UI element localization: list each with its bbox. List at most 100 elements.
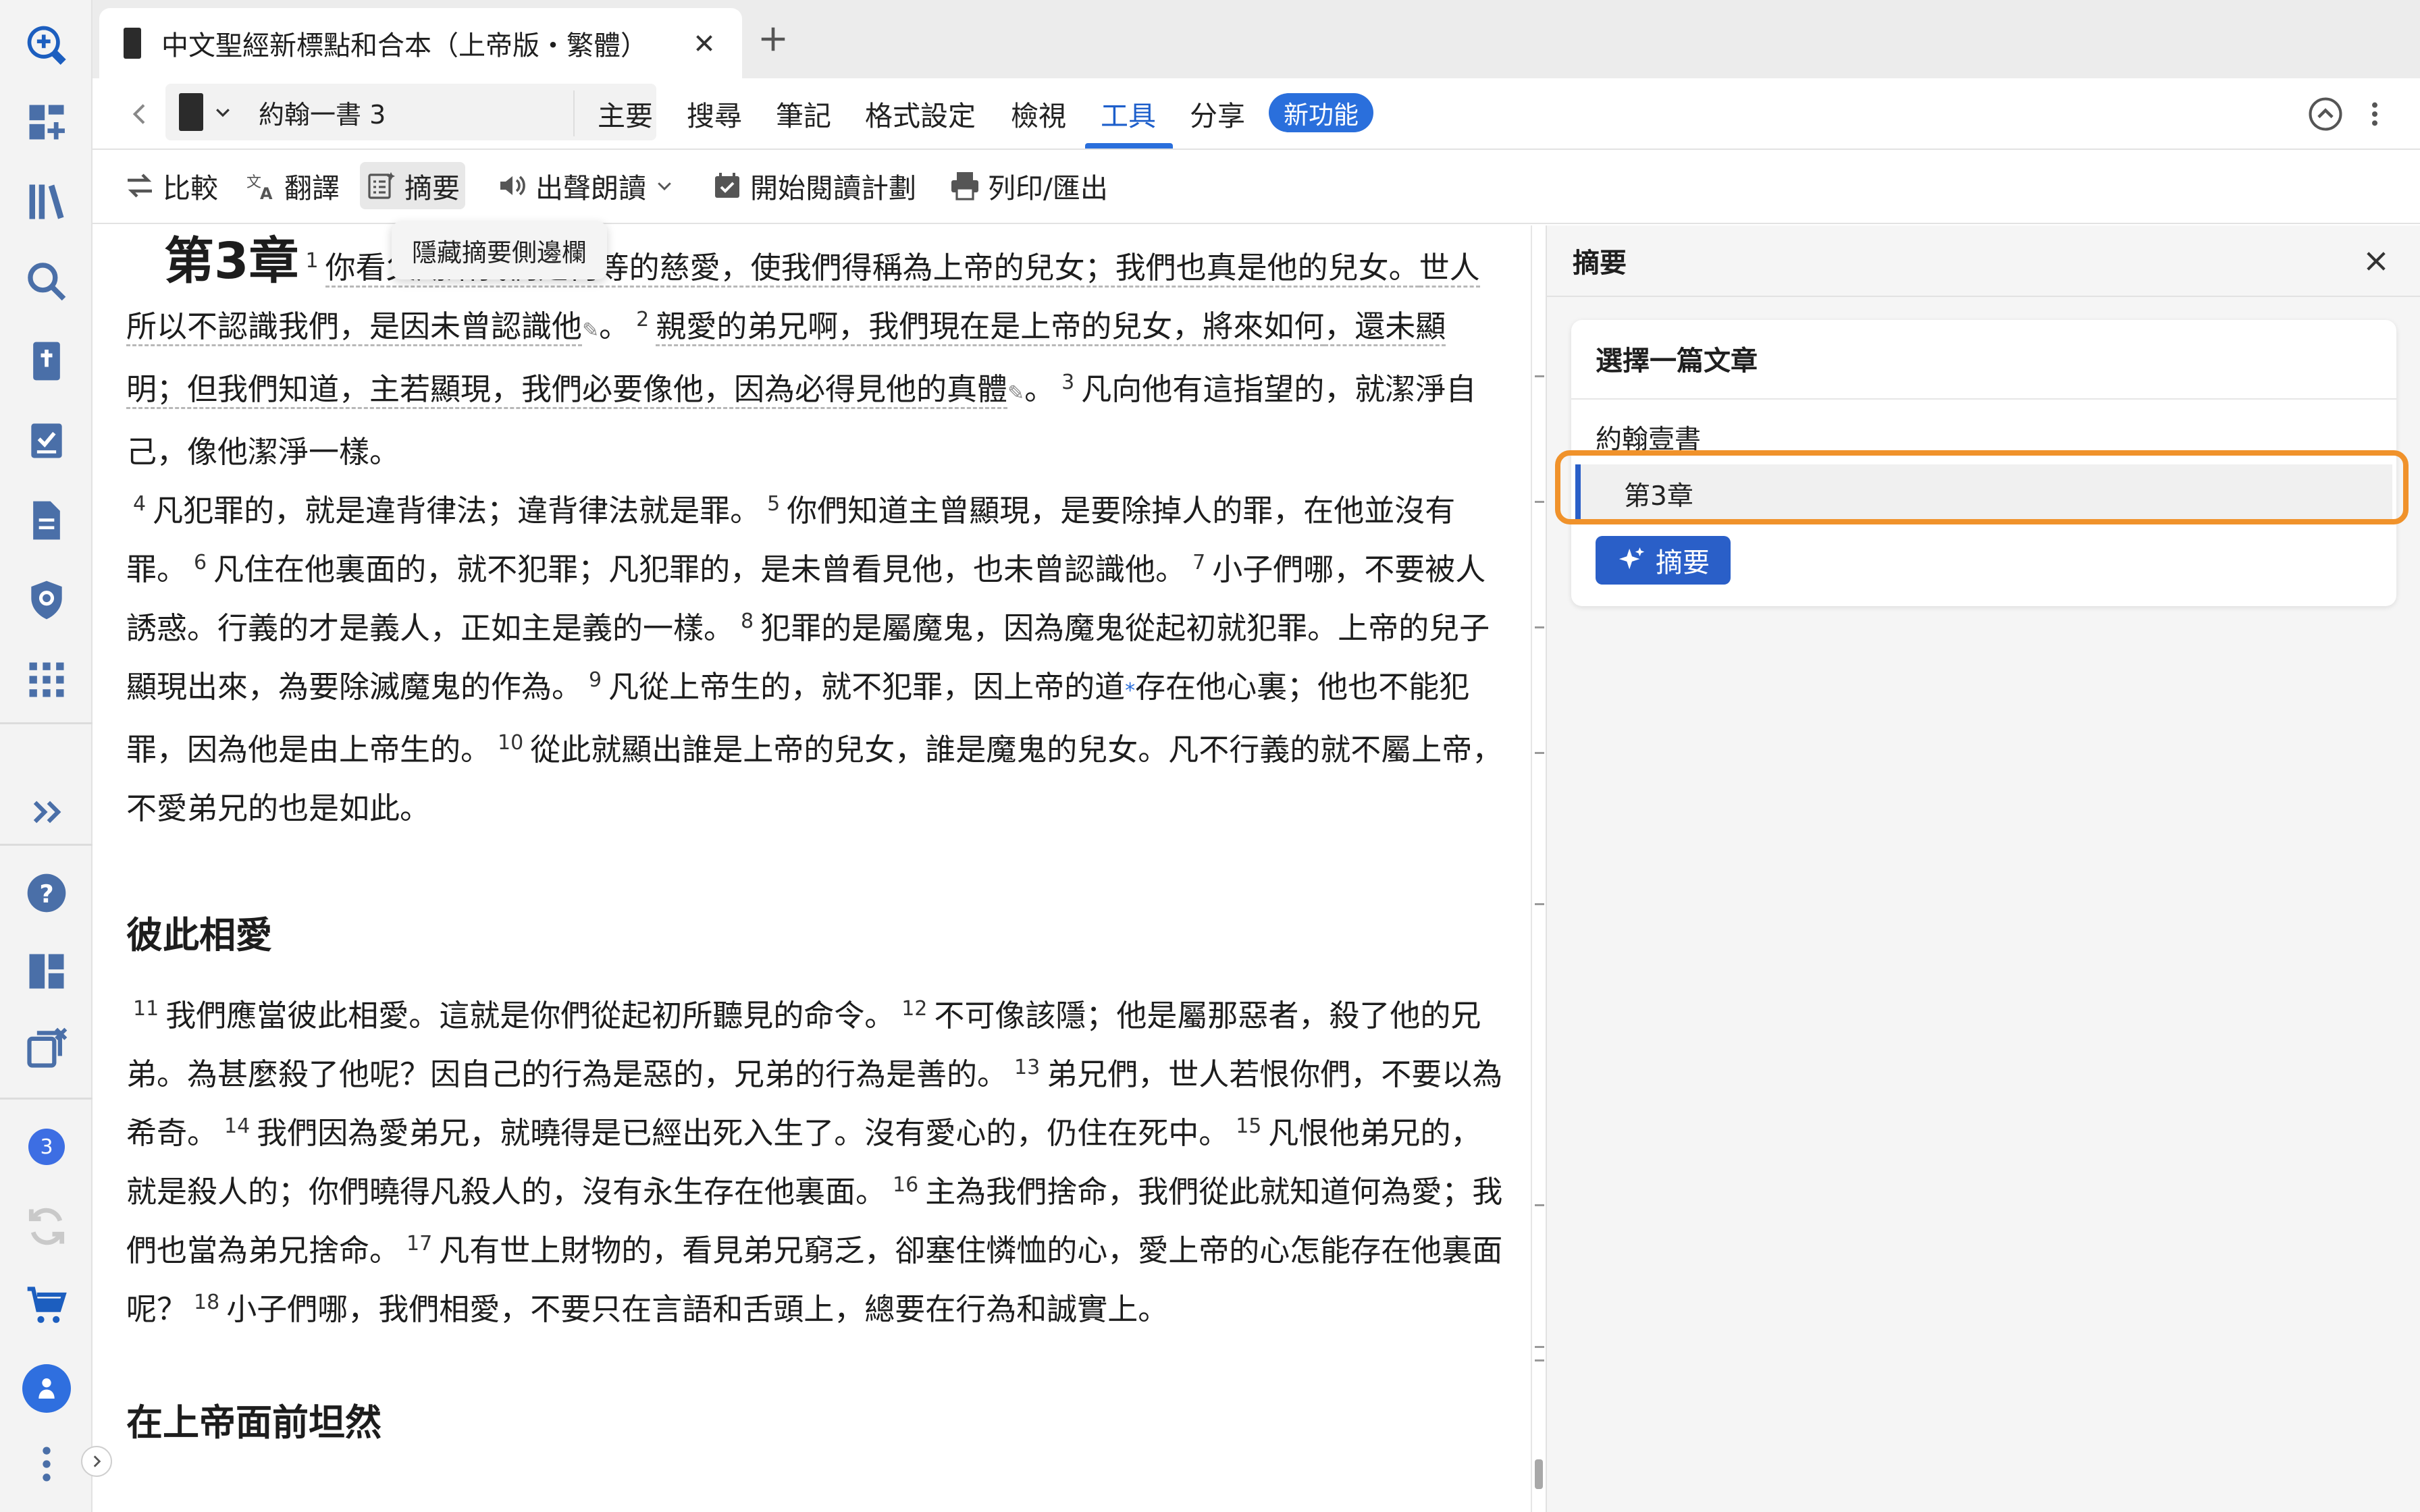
sync-icon[interactable]	[20, 1200, 73, 1253]
read-aloud-button[interactable]: 出聲朗讀	[491, 162, 680, 209]
summary-sidebar: 摘要 選擇一篇文章 約翰壹書 第3章 摘要	[1546, 225, 2420, 1512]
verse-text[interactable]: 凡從上帝生的，就不犯罪，因上帝的道	[608, 669, 1125, 705]
menu-share[interactable]: 分享	[1190, 78, 1245, 148]
verse-text[interactable]: 凡住在他裏面的，就不犯罪；凡犯罪的，是未曾看見他，也未曾認識他。	[213, 551, 1186, 587]
cart-icon[interactable]	[20, 1280, 73, 1332]
svg-text:文: 文	[246, 174, 261, 191]
notification-badge[interactable]: 3	[20, 1120, 73, 1173]
svg-text:?: ?	[39, 880, 53, 909]
card-title: 選擇一篇文章	[1596, 346, 1758, 377]
reading-plan-button[interactable]: 開始閱讀計劃	[706, 162, 922, 209]
translate-icon: 文A	[246, 174, 273, 202]
section-heading: 彼此相愛	[126, 914, 272, 956]
close-sidebar-button[interactable]	[2358, 243, 2394, 279]
compare-button[interactable]: 比較	[118, 162, 223, 209]
chevron-down-icon[interactable]	[213, 102, 233, 122]
document-icon[interactable]	[20, 494, 73, 547]
bible-text-pane[interactable]: 第3章 1 你看父賜給我們是何等的慈愛，使我們得稱為上帝的兒女；我們也真是他的兒女。…	[93, 225, 1531, 1512]
verse-number: 3	[1061, 371, 1075, 394]
tools-bar: 比較 文A 翻譯 摘要 出聲朗讀 開始閱讀計劃 列印/匯出	[93, 150, 2420, 224]
print-export-label: 列印/匯出	[988, 172, 1108, 205]
scroll-ruler[interactable]	[1531, 225, 1546, 1512]
verse-text[interactable]: 我們因為愛弟兄，就曉得是已經出死入生了。沒有愛心的，仍住在死中。	[257, 1115, 1229, 1151]
paragraph: 4 凡犯罪的，就是違背律法；違背律法就是罪。 5 你們知道主曾顯現，是要除掉人的罪，在…	[126, 481, 1504, 838]
rail-toggle-button[interactable]	[81, 1446, 112, 1477]
library-icon[interactable]	[20, 176, 73, 228]
nav-bar: 約翰一書 3 主要 搜尋 筆記 格式設定 檢視 工具 分享 新功能	[93, 78, 2420, 150]
book-icon	[179, 93, 203, 131]
verse-number: 10	[498, 731, 524, 755]
left-rail: ? 3	[0, 0, 93, 1512]
reference-input[interactable]: 約翰一書 3	[259, 94, 386, 131]
menu-search[interactable]: 搜尋	[687, 78, 742, 148]
verse-text[interactable]: 我們應當彼此相愛。這就是你們從起初所聽見的命令。	[165, 998, 895, 1033]
tab-title: 中文聖經新標點和合本（上帝版・繁體）	[161, 30, 648, 61]
menu-format[interactable]: 格式設定	[865, 78, 976, 148]
search-bible-icon[interactable]	[20, 19, 73, 72]
close-panels-icon[interactable]	[20, 1022, 73, 1075]
verse-number: 14	[224, 1114, 251, 1138]
rail-divider	[0, 844, 93, 846]
checklist-icon[interactable]	[20, 414, 73, 467]
new-features-badge[interactable]: 新功能	[1269, 93, 1373, 132]
pencil-note-icon[interactable]: ✎	[1007, 381, 1024, 405]
new-tab-button[interactable]	[751, 17, 795, 61]
summarize-label: 摘要	[1656, 547, 1710, 578]
layout-icon[interactable]	[20, 945, 73, 998]
footnote-marker-icon[interactable]: *	[1125, 679, 1135, 703]
chapter-item-selected[interactable]: 第3章	[1575, 464, 2392, 524]
verse-number: 4	[133, 492, 147, 516]
verse-number: 17	[406, 1232, 433, 1256]
expand-double-chevron-icon[interactable]	[20, 786, 73, 838]
apps-grid-icon[interactable]	[20, 653, 73, 706]
rail-divider	[0, 722, 93, 724]
bible-book-icon[interactable]	[20, 335, 73, 387]
ruler-tick	[1535, 501, 1544, 503]
avatar-icon	[22, 1364, 71, 1413]
dashboard-add-icon[interactable]	[20, 96, 73, 148]
reading-plan-label: 開始閱讀計劃	[750, 172, 916, 205]
book-item[interactable]: 約翰壹書	[1596, 418, 1701, 456]
summary-button[interactable]: 摘要	[360, 162, 465, 209]
nav-divider	[573, 90, 575, 136]
reference-box[interactable]: 約翰一書 3	[165, 84, 656, 140]
verse-text[interactable]: 親愛的弟兄啊，我們現在是上帝的兒女，將來如何	[656, 308, 1325, 346]
menu-notes[interactable]: 筆記	[776, 78, 831, 148]
more-options-button[interactable]	[2365, 94, 2385, 134]
more-vertical-icon	[2372, 102, 2377, 126]
ruler-tick	[1535, 752, 1544, 754]
paragraph: 11 我們應當彼此相愛。這就是你們從起初所聽見的命令。 12 不可像該隱；他是屬那惡者…	[126, 986, 1504, 1339]
bible-text: 第3章 1 你看父賜給我們是何等的慈愛，使我們得稱為上帝的兒女；我們也真是他的兒女。…	[126, 232, 1504, 1453]
shield-icon[interactable]	[20, 574, 73, 626]
verse-text[interactable]: 凡犯罪的，就是違背律法；違背律法就是罪。	[153, 493, 760, 529]
rail-divider	[0, 1098, 93, 1100]
pencil-note-icon[interactable]: ✎	[582, 319, 599, 342]
card-divider	[1571, 398, 2396, 400]
verse-number: 12	[901, 997, 928, 1021]
menu-tools[interactable]: 工具	[1101, 78, 1156, 148]
close-tab-button[interactable]	[689, 28, 719, 58]
help-icon[interactable]: ?	[20, 867, 73, 919]
ruler-tick	[1535, 903, 1544, 905]
speaker-icon	[500, 176, 525, 196]
verse-number: 15	[1236, 1114, 1262, 1138]
tab-bible[interactable]: 中文聖經新標點和合本（上帝版・繁體）	[99, 8, 742, 78]
back-button[interactable]	[120, 93, 161, 135]
verse-number: 9	[589, 668, 602, 692]
menu-home[interactable]: 主要	[598, 78, 653, 148]
account-avatar[interactable]	[20, 1362, 73, 1415]
scroll-thumb[interactable]	[1535, 1459, 1543, 1489]
translate-button[interactable]: 文A 翻譯	[240, 162, 345, 209]
verse-text[interactable]: 小子們哪，我們相愛，不要只在言語和舌頭上，總要在行為和誠實上。	[226, 1291, 1168, 1327]
menu-view[interactable]: 檢視	[1011, 78, 1066, 148]
notification-count: 3	[28, 1129, 65, 1165]
printer-icon	[951, 172, 978, 200]
translate-label: 翻譯	[284, 172, 340, 205]
summary-tooltip: 隱藏摘要側邊欄	[392, 221, 607, 279]
print-export-button[interactable]: 列印/匯出	[943, 162, 1113, 209]
verse-number: 13	[1014, 1056, 1041, 1079]
search-icon[interactable]	[20, 255, 73, 308]
more-vertical-icon[interactable]	[20, 1438, 73, 1490]
summarize-button[interactable]: 摘要	[1596, 536, 1731, 585]
collapse-toolbar-button[interactable]	[2306, 94, 2345, 134]
